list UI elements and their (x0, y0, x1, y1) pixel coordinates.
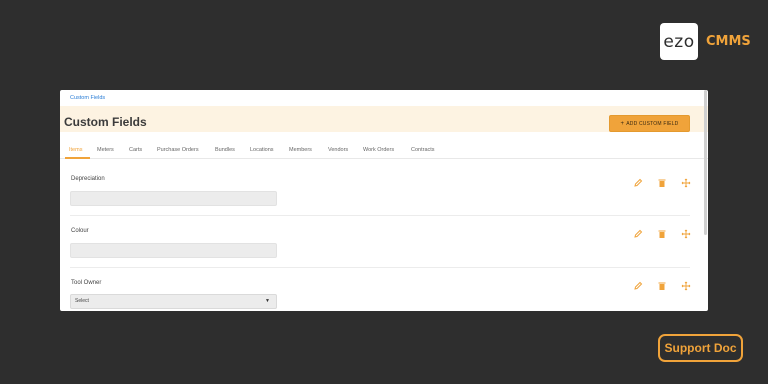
tab-carts[interactable]: Carts (129, 147, 142, 153)
select-value: Select (75, 298, 89, 304)
tab-contracts[interactable]: Contracts (411, 147, 435, 153)
ezo-logo: ezo (660, 23, 698, 60)
field-label: Tool Owner (71, 280, 102, 286)
tab-purchase-orders[interactable]: Purchase Orders (157, 147, 199, 153)
brand-logo: ezo CMMS (660, 23, 751, 60)
scrollbar[interactable] (704, 90, 707, 235)
trash-icon[interactable] (657, 281, 667, 291)
page-title: Custom Fields (64, 115, 147, 129)
add-custom-field-button[interactable]: + ADD CUSTOM FIELD (609, 115, 690, 132)
move-icon[interactable] (681, 229, 691, 239)
tab-meters[interactable]: Meters (97, 147, 114, 153)
plus-icon: + (620, 120, 625, 127)
product-name: CMMS (706, 34, 751, 49)
divider (70, 215, 690, 216)
edit-icon[interactable] (633, 178, 643, 188)
active-tab-indicator (65, 157, 90, 159)
depreciation-input[interactable] (70, 191, 277, 206)
tab-locations[interactable]: Locations (250, 147, 274, 153)
tool-owner-select[interactable]: Select ▼ (70, 294, 277, 309)
caret-down-icon: ▼ (265, 298, 270, 304)
support-doc-badge[interactable]: Support Doc (658, 334, 743, 362)
tab-bundles[interactable]: Bundles (215, 147, 235, 153)
edit-icon[interactable] (633, 281, 643, 291)
tab-bar: Items Meters Carts Purchase Orders Bundl… (60, 143, 708, 159)
move-icon[interactable] (681, 178, 691, 188)
page-header: Custom Fields + ADD CUSTOM FIELD (60, 106, 708, 132)
trash-icon[interactable] (657, 178, 667, 188)
edit-icon[interactable] (633, 229, 643, 239)
tab-work-orders[interactable]: Work Orders (363, 147, 394, 153)
tab-vendors[interactable]: Vendors (328, 147, 348, 153)
colour-input[interactable] (70, 243, 277, 258)
divider (70, 267, 690, 268)
move-icon[interactable] (681, 281, 691, 291)
field-label: Depreciation (71, 176, 105, 182)
breadcrumb[interactable]: Custom Fields (70, 95, 105, 101)
add-custom-field-label: ADD CUSTOM FIELD (626, 120, 679, 127)
field-label: Colour (71, 228, 89, 234)
trash-icon[interactable] (657, 229, 667, 239)
custom-fields-window: Custom Fields Custom Fields + ADD CUSTOM… (60, 90, 708, 311)
tab-members[interactable]: Members (289, 147, 312, 153)
tab-items[interactable]: Items (69, 147, 82, 153)
